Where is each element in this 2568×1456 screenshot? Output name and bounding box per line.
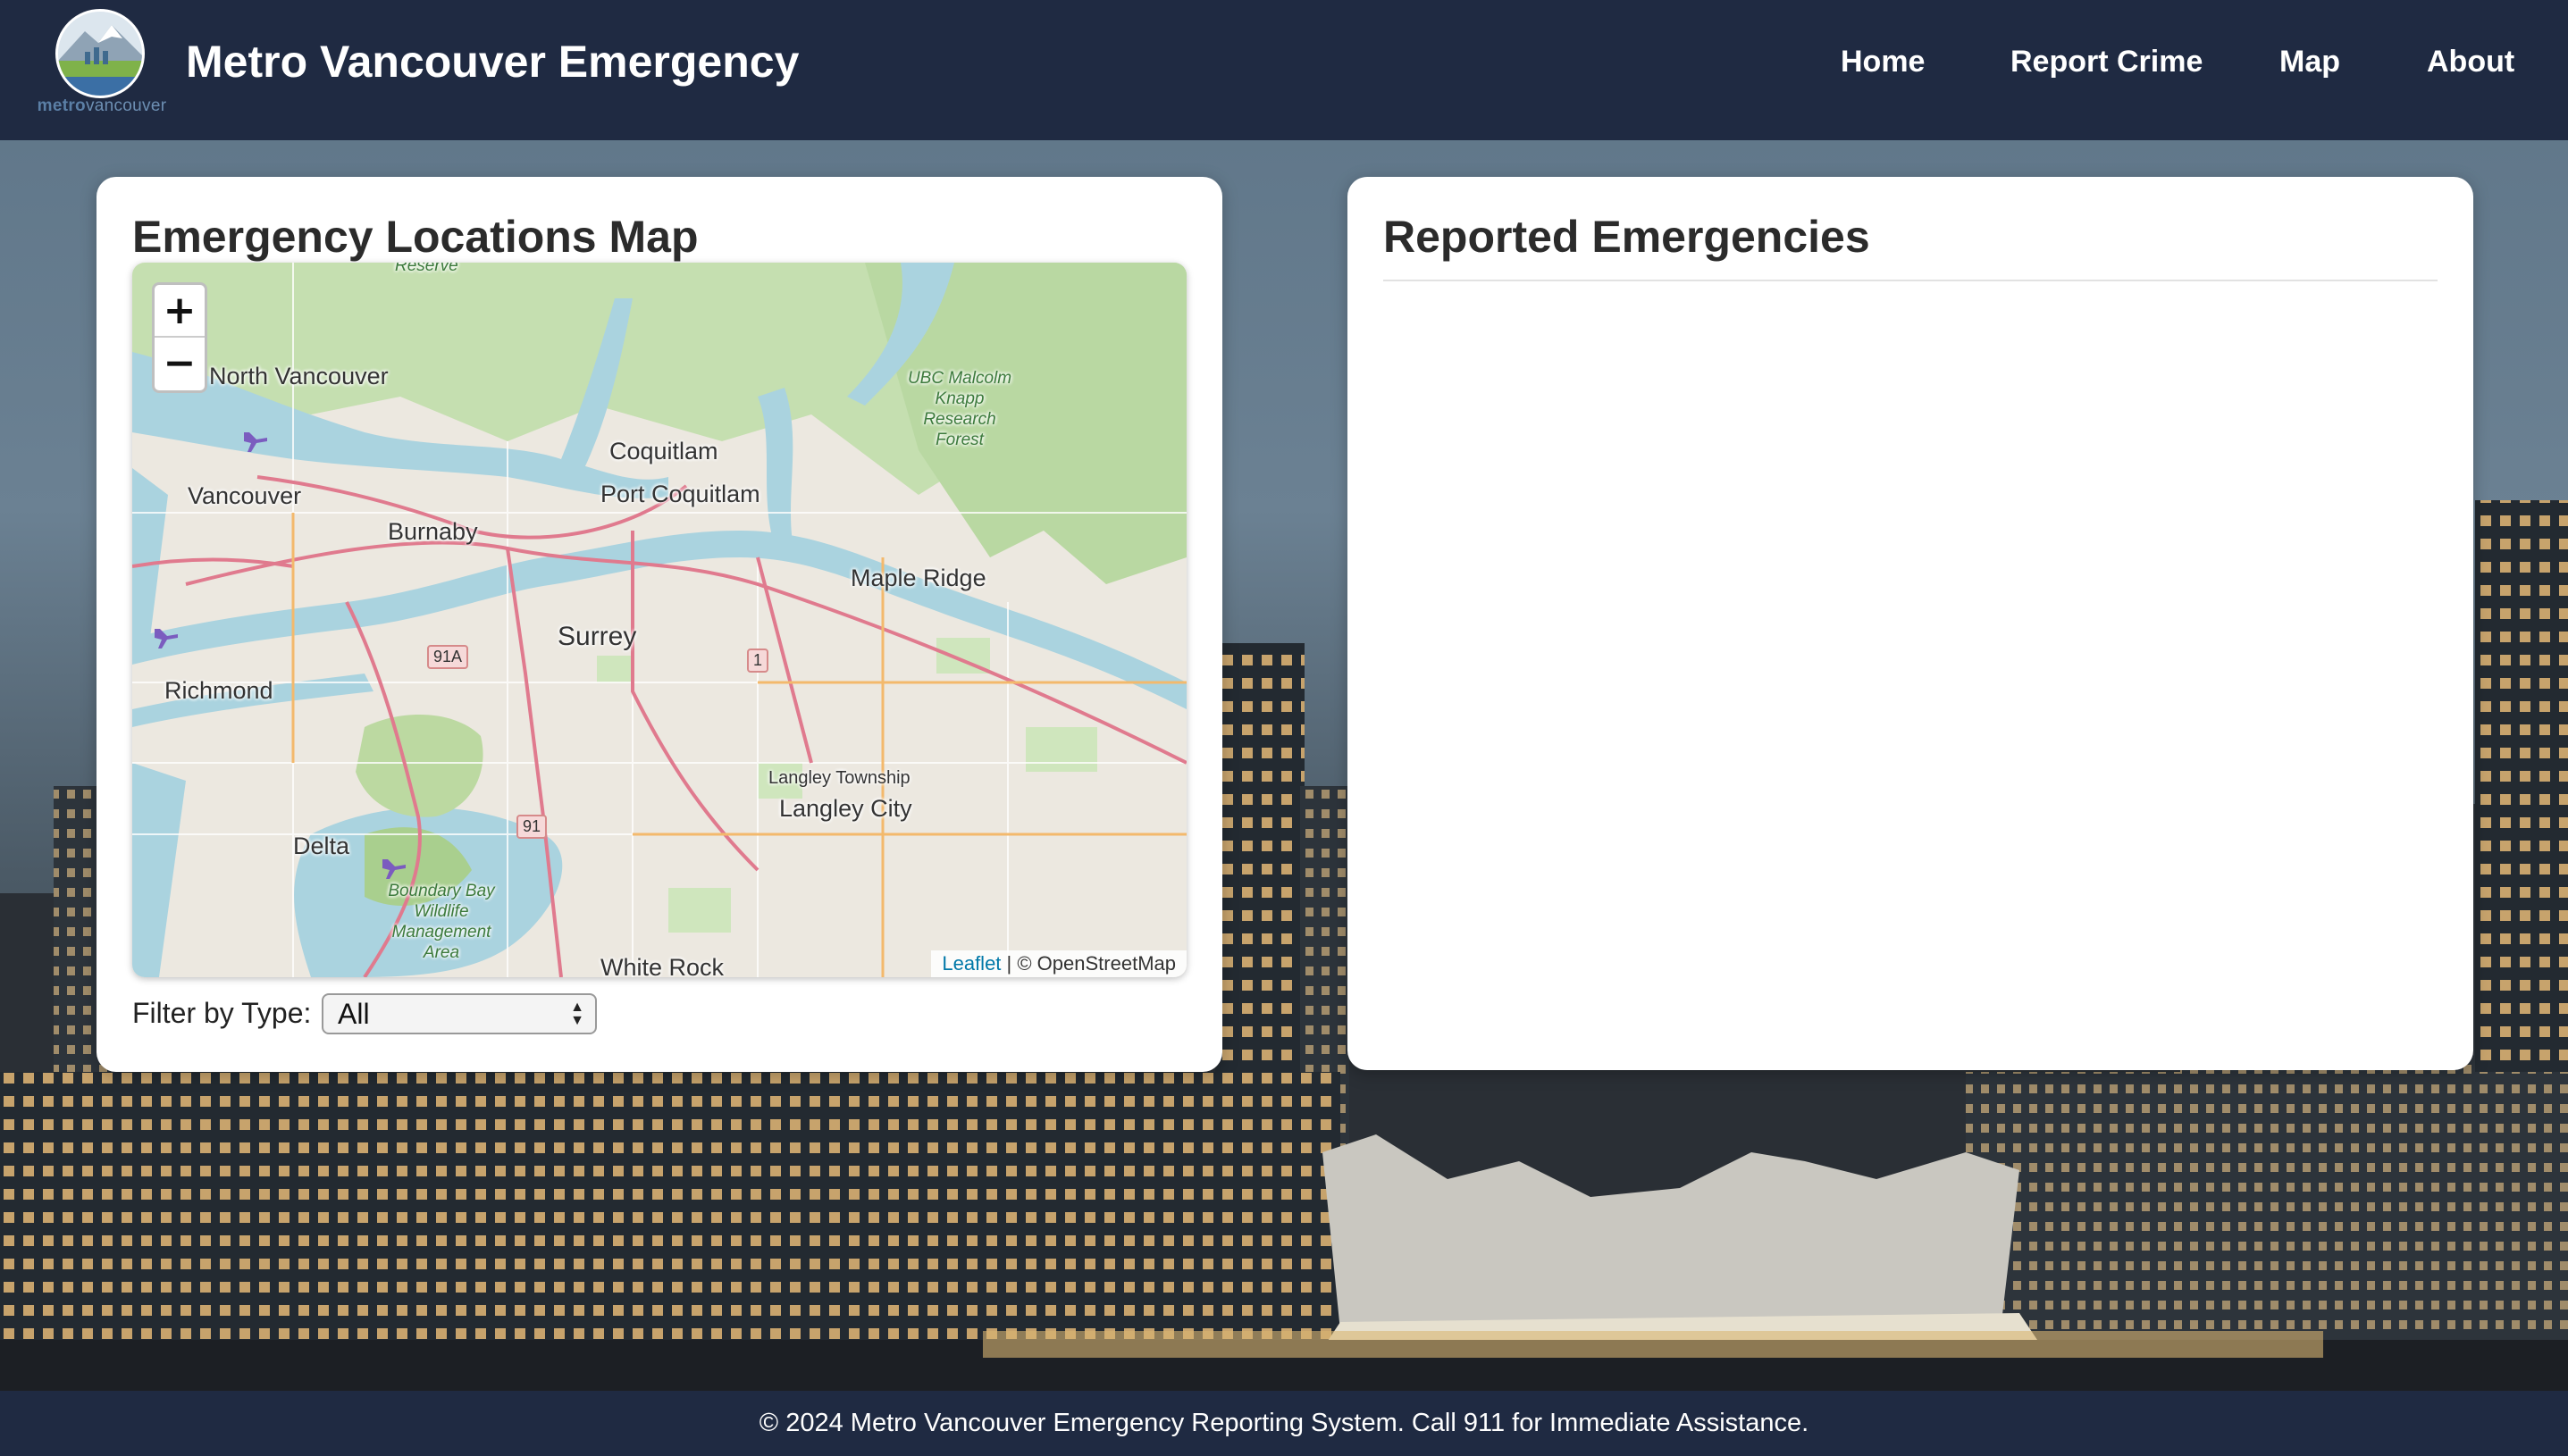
osm-attribution: | © OpenStreetMap xyxy=(1001,952,1176,975)
map-label-coquitlam: Coquitlam xyxy=(609,438,718,464)
map-attribution: Leaflet | © OpenStreetMap xyxy=(931,950,1187,977)
zoom-in-button[interactable]: + xyxy=(155,285,205,338)
filter-type-select[interactable]: All ▲ ▼ xyxy=(322,993,597,1034)
map-label-burnaby: Burnaby xyxy=(388,518,478,545)
nav-about[interactable]: About xyxy=(2427,45,2514,79)
emergency-map[interactable]: + − North Vancouver Vancouver Burnaby Co… xyxy=(132,263,1187,977)
map-label-ubc-forest: UBC Malcolm Knapp Research Forest xyxy=(907,369,1012,449)
logo-wordmark: metrovancouver xyxy=(37,96,167,115)
zoom-control: + − xyxy=(152,282,207,393)
filter-type-value: All xyxy=(338,998,370,1030)
map-label-north-vancouver: North Vancouver xyxy=(209,363,389,389)
map-label-maple-ridge: Maple Ridge xyxy=(851,565,986,591)
map-label-vancouver: Vancouver xyxy=(188,482,302,509)
highway-shield-91: 91 xyxy=(516,815,548,839)
nav-map[interactable]: Map xyxy=(2279,45,2340,79)
metro-vancouver-logo[interactable]: metrovancouver xyxy=(32,5,172,118)
site-header: metrovancouver Metro Vancouver Emergency… xyxy=(0,0,2568,140)
reported-emergencies-heading: Reported Emergencies xyxy=(1383,212,1870,262)
nav-report-crime[interactable]: Report Crime xyxy=(2010,45,2203,79)
map-label-port-coquitlam: Port Coquitlam xyxy=(600,481,760,507)
map-label-boundary-bay: Boundary Bay Wildlife Management Area xyxy=(388,882,495,962)
reported-emergencies-panel: Reported Emergencies xyxy=(1347,177,2473,1070)
map-label-delta: Delta xyxy=(293,833,350,859)
nav-home[interactable]: Home xyxy=(1841,45,1925,79)
filter-type-label: Filter by Type: xyxy=(132,997,312,1029)
footer-text: © 2024 Metro Vancouver Emergency Reporti… xyxy=(759,1409,1809,1437)
highway-shield-91a: 91A xyxy=(427,645,469,669)
select-arrows-icon: ▲ ▼ xyxy=(570,1000,584,1028)
map-label-surrey: Surrey xyxy=(558,622,637,651)
map-label-white-rock: White Rock xyxy=(600,954,725,977)
heading-divider xyxy=(1383,280,2438,281)
map-label-reserve: Reserve xyxy=(395,263,458,275)
map-label-richmond: Richmond xyxy=(164,677,273,704)
site-footer: © 2024 Metro Vancouver Emergency Reporti… xyxy=(0,1391,2568,1456)
logo-emblem xyxy=(55,9,145,98)
site-title: Metro Vancouver Emergency xyxy=(186,37,800,87)
map-panel-heading: Emergency Locations Map xyxy=(132,212,699,262)
map-label-langley-city: Langley City xyxy=(779,795,912,822)
zoom-out-button[interactable]: − xyxy=(155,338,205,390)
map-panel: Emergency Locations Map + − North Vancou… xyxy=(97,177,1222,1072)
leaflet-link[interactable]: Leaflet xyxy=(942,952,1001,975)
map-label-langley-township: Langley Township xyxy=(768,768,911,788)
highway-shield-1: 1 xyxy=(747,649,769,673)
